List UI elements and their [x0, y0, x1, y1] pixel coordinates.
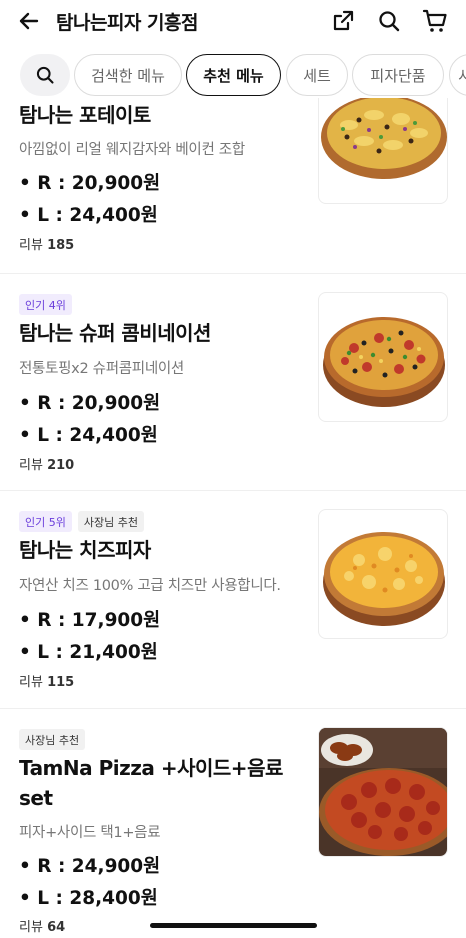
review-number: 115 — [47, 675, 75, 690]
menu-item-description: 자연산 치즈 100% 고급 치즈만 사용합니다. — [19, 578, 281, 594]
home-indicator — [150, 923, 317, 928]
review-count: 리뷰 115 — [19, 671, 74, 690]
pepperoni-pizza-with-wings-image — [318, 727, 448, 857]
menu-item-description: 피자+사이드 택1+음료 — [19, 825, 161, 841]
review-number: 64 — [47, 920, 66, 935]
tab-pizza-single[interactable]: 피자단품 — [352, 54, 444, 96]
review-label: 리뷰 — [19, 920, 43, 935]
cart-icon — [422, 9, 447, 32]
review-number: 185 — [47, 238, 75, 253]
super-combination-pizza-image — [318, 292, 448, 422]
review-count: 리뷰 210 — [19, 454, 74, 473]
back-button[interactable] — [14, 6, 44, 36]
top-app-bar: 탐나는피자 기흥점 — [0, 0, 466, 42]
badge-group: 인기 4위 — [19, 294, 72, 315]
review-label: 리뷰 — [19, 238, 43, 253]
price-regular: • R : 20,900원 — [19, 173, 161, 194]
popularity-rank-badge: 인기 4위 — [19, 294, 72, 315]
review-label: 리뷰 — [19, 675, 43, 690]
menu-item-name: TamNa Pizza +사이드+음료 set — [19, 756, 283, 810]
search-button[interactable] — [374, 6, 404, 36]
badge-group: 사장님 추천 — [19, 729, 86, 750]
tab-searched-menu[interactable]: 검색한 메뉴 — [74, 54, 182, 96]
cart-button[interactable] — [420, 6, 450, 36]
tab-side[interactable]: 사이드 — [449, 54, 466, 96]
menu-item-potato[interactable]: 탐나는 포테이토 아낌없이 리얼 웨지감자와 베이컨 조합 • R : 20,9… — [0, 98, 466, 274]
share-icon — [333, 10, 354, 31]
price-large: • L : 24,400원 — [19, 425, 158, 446]
price-large: • L : 21,400원 — [19, 642, 158, 663]
menu-item-description: 전통토핑x2 슈퍼콤피네이션 — [19, 361, 184, 377]
menu-item-cheese-pizza[interactable]: 인기 5위 사장님 추천 탐나는 치즈피자 자연산 치즈 100% 고급 치즈만… — [0, 491, 466, 709]
badge-group: 인기 5위 사장님 추천 — [19, 511, 144, 532]
price-large: • L : 24,400원 — [19, 205, 158, 226]
tab-set[interactable]: 세트 — [286, 54, 348, 96]
review-count: 리뷰 185 — [19, 234, 74, 253]
menu-item-super-combination[interactable]: 인기 4위 탐나는 슈퍼 콤비네이션 전통토핑x2 슈퍼콤피네이션 • R : … — [0, 274, 466, 491]
review-count: 리뷰 64 — [19, 916, 65, 935]
share-button[interactable] — [328, 6, 358, 36]
store-title: 탐나는피자 기흥점 — [56, 12, 198, 34]
menu-item-name: 탐나는 포테이토 — [19, 103, 151, 127]
menu-list: 탐나는 포테이토 아낌없이 리얼 웨지감자와 베이컨 조합 • R : 20,9… — [0, 98, 466, 938]
review-number: 210 — [47, 458, 75, 473]
popularity-rank-badge: 인기 5위 — [19, 511, 72, 532]
price-regular: • R : 20,900원 — [19, 393, 161, 414]
owner-recommended-badge: 사장님 추천 — [77, 511, 144, 532]
price-large: • L : 28,400원 — [19, 888, 158, 909]
menu-item-tamna-set[interactable]: 사장님 추천 TamNa Pizza +사이드+음료 set 피자+사이드 택1… — [0, 709, 466, 938]
tab-recommended-menu[interactable]: 추천 메뉴 — [186, 54, 281, 96]
price-regular: • R : 17,900원 — [19, 610, 161, 631]
cheese-pizza-image — [318, 509, 448, 639]
potato-pizza-image — [318, 98, 448, 204]
review-label: 리뷰 — [19, 458, 43, 473]
category-tabs: 검색한 메뉴 추천 메뉴 세트 피자단품 사이드 — [0, 54, 466, 98]
menu-item-description: 아낌없이 리얼 웨지감자와 베이컨 조합 — [19, 142, 245, 158]
menu-item-name: 탐나는 슈퍼 콤비네이션 — [19, 321, 211, 345]
search-icon — [36, 66, 54, 84]
owner-recommended-badge: 사장님 추천 — [19, 729, 86, 750]
arrow-left-icon — [19, 12, 39, 30]
search-icon — [379, 11, 400, 32]
menu-item-name: 탐나는 치즈피자 — [19, 538, 151, 562]
price-regular: • R : 24,900원 — [19, 856, 161, 877]
tab-search-button[interactable] — [20, 54, 70, 96]
